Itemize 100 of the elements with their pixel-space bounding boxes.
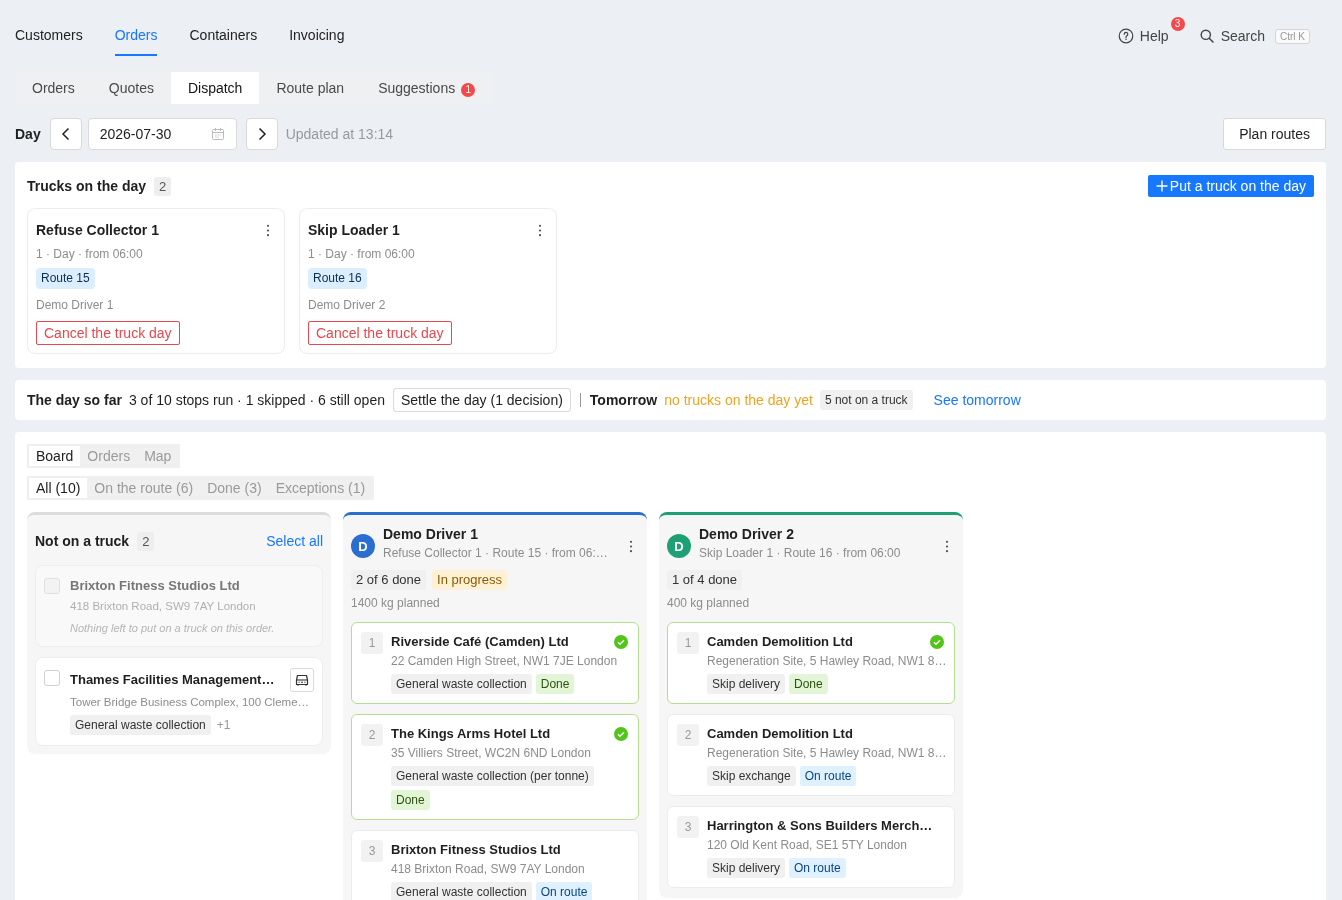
stop-address: Regeneration Site, 5 Hawley Road, NW1 8… bbox=[707, 653, 947, 670]
stop-status-tag: On route bbox=[799, 766, 857, 786]
next-day-button[interactable] bbox=[245, 118, 278, 150]
stop-number: 2 bbox=[677, 724, 699, 746]
date-field[interactable]: 2026-07-30 bbox=[87, 118, 237, 150]
stop-name: Riverside Café (Camden) Ltd bbox=[391, 633, 569, 651]
stop-status-tag: On route bbox=[535, 882, 593, 900]
notification-badge: 1 bbox=[461, 82, 476, 97]
shortcut-hint: Ctrl K bbox=[1275, 28, 1310, 44]
stop-address: 120 Old Kent Road, SE1 5TY London bbox=[707, 837, 907, 854]
filter-tab[interactable]: All (10) bbox=[29, 478, 88, 498]
progress-tag: 2 of 6 done bbox=[351, 570, 427, 590]
stop-status-tag: Done bbox=[789, 674, 828, 694]
nav-tab[interactable]: Orders bbox=[114, 0, 158, 56]
cancel-truck-day-button[interactable]: Cancel the truck day bbox=[308, 321, 452, 345]
stop-address: Regeneration Site, 5 Hawley Road, NW1 8… bbox=[707, 745, 947, 762]
driver-name: Demo Driver 1 bbox=[383, 525, 478, 544]
check-circle-icon bbox=[614, 635, 628, 649]
order-name: Thames Facilities Management… bbox=[70, 671, 275, 689]
previous-day-button[interactable] bbox=[49, 118, 82, 150]
sub-tab[interactable]: Suggestions 1 bbox=[361, 72, 493, 104]
stop-number: 2 bbox=[361, 724, 383, 746]
nav-tab[interactable]: Containers bbox=[189, 0, 258, 56]
route-tag: Route 15 bbox=[36, 268, 95, 289]
section-title: Trucks on the day bbox=[27, 178, 147, 194]
planned-weight: 400 kg planned bbox=[667, 595, 750, 612]
more-icon[interactable] bbox=[266, 223, 270, 237]
stop-status-tag: Done bbox=[391, 790, 430, 810]
stop-name: Camden Demolition Ltd bbox=[707, 633, 853, 651]
checkbox[interactable] bbox=[44, 670, 60, 686]
more-icon[interactable] bbox=[538, 223, 542, 237]
sub-tab[interactable]: Dispatch bbox=[170, 72, 260, 104]
sub-tab[interactable]: Orders bbox=[15, 72, 92, 104]
stop-number: 3 bbox=[677, 816, 699, 838]
route-status-tag: In progress bbox=[432, 570, 508, 590]
more-icon[interactable] bbox=[945, 540, 949, 553]
help-icon bbox=[1117, 28, 1134, 44]
service-tag: Skip delivery bbox=[707, 858, 786, 878]
stop-name: Brixton Fitness Studios Ltd bbox=[391, 841, 561, 859]
driver-name: Demo Driver 1 bbox=[36, 297, 114, 313]
add-truck-button[interactable]: Put a truck on the day bbox=[1147, 175, 1314, 197]
stop-status-tag: On route bbox=[789, 858, 846, 878]
stop-address: 418 Brixton Road, SW9 7AY London bbox=[391, 861, 585, 878]
driver-name: Demo Driver 2 bbox=[699, 525, 794, 544]
driver-name: Demo Driver 2 bbox=[308, 297, 386, 313]
view-tab[interactable]: Board bbox=[29, 446, 81, 466]
stop-number: 1 bbox=[361, 632, 383, 654]
service-tag: Skip exchange bbox=[707, 766, 796, 786]
service-tag: Skip delivery bbox=[707, 674, 786, 694]
stop-number: 1 bbox=[677, 632, 699, 654]
tomorrow-status: no trucks on the day yet bbox=[664, 392, 813, 408]
summary-stats: 3 of 10 stops run · 1 skipped · 6 still open bbox=[128, 392, 385, 408]
service-tag: General waste collection (per tonne) bbox=[391, 766, 594, 786]
plus-icon bbox=[1155, 180, 1168, 192]
order-address: 418 Brixton Road, SW9 7AY London bbox=[70, 599, 256, 614]
order-note: Nothing left to put on a truck on this order. bbox=[70, 621, 275, 636]
driver-avatar: D bbox=[667, 534, 691, 558]
service-tag: General waste collection bbox=[391, 674, 532, 694]
count-badge: 2 bbox=[154, 176, 172, 196]
notification-badge: 3 bbox=[1170, 17, 1185, 31]
service-tag: General waste collection bbox=[391, 882, 532, 900]
order-name: Brixton Fitness Studios Ltd bbox=[70, 577, 240, 595]
column-title: Not on a truck bbox=[35, 532, 130, 551]
stop-address: 22 Camden High Street, NW1 7JE London bbox=[391, 653, 618, 670]
route-tag: Route 16 bbox=[308, 268, 367, 289]
day-label: Day bbox=[15, 126, 41, 142]
check-circle-icon bbox=[930, 635, 944, 649]
updated-time: Updated at 13:14 bbox=[285, 126, 394, 142]
progress-tag: 1 of 4 done bbox=[667, 570, 743, 590]
vehicle-icon bbox=[294, 672, 310, 688]
truck-name: Refuse Collector 1 bbox=[36, 222, 159, 238]
stop-address: 35 Villiers Street, WC2N 6ND London bbox=[391, 745, 591, 762]
stop-name: Harrington & Sons Builders Merch… bbox=[707, 817, 933, 835]
planned-weight: 1400 kg planned bbox=[351, 595, 440, 612]
more-count: +1 bbox=[216, 718, 231, 732]
plan-routes-button[interactable]: Plan routes bbox=[1223, 118, 1326, 150]
search-icon bbox=[1198, 28, 1215, 44]
settle-day-button[interactable]: Settle the day (1 decision) bbox=[392, 388, 571, 412]
select-all-link[interactable]: Select all bbox=[266, 533, 323, 549]
truck-schedule: 1 · Day · from 06:00 bbox=[36, 246, 143, 262]
count-badge: 2 bbox=[137, 531, 155, 551]
assign-truck-button[interactable] bbox=[290, 668, 314, 692]
check-circle-icon bbox=[614, 727, 628, 741]
calendar-icon bbox=[210, 127, 225, 141]
unassigned-count-tag: 5 not on a truck bbox=[819, 390, 913, 410]
stop-name: Camden Demolition Ltd bbox=[707, 725, 853, 743]
truck-name: Skip Loader 1 bbox=[308, 222, 400, 238]
cancel-truck-day-button[interactable]: Cancel the truck day bbox=[36, 321, 180, 345]
more-icon[interactable] bbox=[629, 540, 633, 553]
route-details: Skip Loader 1 · Route 16 · from 06:00 bbox=[699, 545, 901, 562]
tomorrow-label: Tomorrow bbox=[589, 392, 658, 408]
stop-number: 3 bbox=[361, 840, 383, 862]
stop-status-tag: Done bbox=[535, 674, 575, 694]
sub-tab[interactable]: Route plan bbox=[259, 72, 362, 104]
nav-tab[interactable]: Invoicing bbox=[289, 0, 345, 56]
see-tomorrow-link[interactable]: See tomorrow bbox=[933, 392, 1021, 408]
sub-tab[interactable]: Quotes bbox=[91, 72, 171, 104]
nav-tab[interactable]: Customers bbox=[15, 0, 83, 56]
search-button[interactable]: Search Ctrl K bbox=[1198, 28, 1310, 44]
driver-avatar: D bbox=[351, 534, 375, 558]
